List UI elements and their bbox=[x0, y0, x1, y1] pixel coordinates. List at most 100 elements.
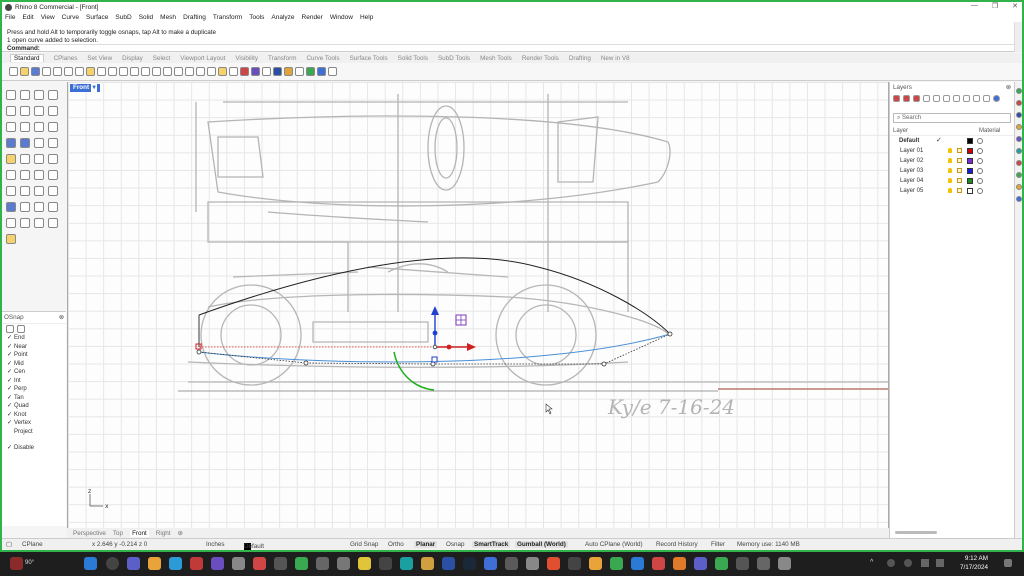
osnap-checkbox[interactable]: ✓ bbox=[7, 385, 14, 394]
gumball-x-arrow-icon[interactable] bbox=[467, 343, 476, 351]
layer-row[interactable]: Layer 03 bbox=[890, 166, 1014, 176]
toolbar-tab-set-view[interactable]: Set View bbox=[87, 55, 112, 62]
control-point[interactable] bbox=[303, 360, 309, 366]
cplane-icon[interactable] bbox=[196, 67, 205, 76]
layer-row[interactable]: Layer 05 bbox=[890, 186, 1014, 196]
status-auto-cplane[interactable]: Auto CPlane (World) bbox=[585, 541, 643, 548]
layer-color-swatch[interactable] bbox=[967, 148, 973, 154]
osnap-checkbox[interactable]: ✓ bbox=[7, 377, 14, 386]
layer-color-swatch[interactable] bbox=[967, 178, 973, 184]
app-icon[interactable] bbox=[547, 557, 560, 570]
surface-icon[interactable] bbox=[6, 138, 16, 148]
layer-visible-bulb-icon[interactable] bbox=[948, 148, 952, 153]
render-sphere-icon[interactable] bbox=[273, 67, 282, 76]
help-icon[interactable] bbox=[317, 67, 326, 76]
osnap-item-end[interactable]: ✓ End bbox=[2, 334, 66, 343]
toolbar-tab-mesh-tools[interactable]: Mesh Tools bbox=[480, 55, 512, 62]
light-icon[interactable] bbox=[284, 67, 293, 76]
maximize-button[interactable]: ❐ bbox=[992, 2, 998, 10]
edge-icon[interactable] bbox=[169, 557, 182, 570]
new-sublayer-icon[interactable] bbox=[903, 95, 910, 102]
box-edit-icon[interactable] bbox=[48, 202, 58, 212]
layer-material-icon[interactable] bbox=[977, 188, 983, 194]
app-icon[interactable] bbox=[421, 557, 434, 570]
toolbar-tab-render-tools[interactable]: Render Tools bbox=[522, 55, 559, 62]
point-icon[interactable] bbox=[20, 90, 30, 100]
layer-color-swatch[interactable] bbox=[967, 168, 973, 174]
command-prompt[interactable]: Command: bbox=[7, 44, 1022, 53]
menu-window[interactable]: Window bbox=[330, 14, 353, 21]
osnap-item-quad[interactable]: ✓ Quad bbox=[2, 402, 66, 411]
blend-icon[interactable] bbox=[48, 122, 58, 132]
layer-visible-bulb-icon[interactable] bbox=[948, 168, 952, 173]
properties-icon[interactable] bbox=[262, 67, 271, 76]
layer-lock-icon[interactable] bbox=[957, 148, 962, 153]
app-icon[interactable] bbox=[568, 557, 581, 570]
hatch-icon[interactable] bbox=[48, 186, 58, 196]
osnap-checkbox[interactable]: ✓ bbox=[7, 419, 14, 428]
import-icon[interactable] bbox=[53, 67, 62, 76]
tab-top[interactable]: Top bbox=[113, 530, 123, 537]
toolbar-tab-drafting[interactable]: Drafting bbox=[569, 55, 591, 62]
osnap-checkbox[interactable]: ✓ bbox=[7, 360, 14, 369]
app-icon[interactable] bbox=[589, 557, 602, 570]
split-icon[interactable] bbox=[48, 154, 58, 164]
layer-material-icon[interactable] bbox=[977, 138, 983, 144]
set-view-icon[interactable] bbox=[207, 67, 216, 76]
toolbar-tab-display[interactable]: Display bbox=[122, 55, 143, 62]
new-layer-icon[interactable] bbox=[893, 95, 900, 102]
polygon-icon[interactable] bbox=[6, 122, 16, 132]
move-icon[interactable] bbox=[48, 170, 58, 180]
boolean-icon[interactable] bbox=[6, 154, 16, 164]
app-icon[interactable] bbox=[253, 557, 266, 570]
status-cplane[interactable]: CPlane bbox=[22, 541, 43, 548]
trim-icon[interactable] bbox=[34, 154, 44, 164]
undo-view-icon[interactable] bbox=[174, 67, 183, 76]
new-file-icon[interactable] bbox=[9, 67, 18, 76]
front-viewport[interactable]: Front ▾ Ky/e 7-16-24 z x bbox=[67, 82, 889, 528]
tray-overflow-icon[interactable]: ^ bbox=[870, 559, 878, 567]
taskbar-clock[interactable]: 9:12 AM 7/17/2024 bbox=[960, 555, 988, 572]
libraries-tab-icon[interactable] bbox=[1016, 148, 1022, 154]
join-icon[interactable] bbox=[6, 170, 16, 180]
osnap-item-vertex[interactable]: ✓ Vertex bbox=[2, 419, 66, 428]
layer-visible-bulb-icon[interactable] bbox=[948, 178, 952, 183]
filter-icon[interactable] bbox=[963, 95, 970, 102]
osnap-item-project[interactable]: Project bbox=[2, 428, 66, 437]
gumball-x-scale-handle[interactable] bbox=[446, 344, 452, 350]
osnap-item-cen[interactable]: ✓ Cen bbox=[2, 368, 66, 377]
select-icon[interactable] bbox=[229, 67, 238, 76]
undo-icon[interactable] bbox=[97, 67, 106, 76]
toolbar-tab-standard[interactable]: Standard bbox=[10, 54, 44, 62]
layer-color-swatch[interactable] bbox=[967, 188, 973, 194]
menu-file[interactable]: File bbox=[5, 14, 15, 21]
mesh-icon[interactable] bbox=[20, 154, 30, 164]
layer-material-icon[interactable] bbox=[977, 158, 983, 164]
named-views-tab-icon[interactable] bbox=[1016, 196, 1022, 202]
menu-analyze[interactable]: Analyze bbox=[271, 14, 294, 21]
help-tab-icon[interactable] bbox=[1016, 184, 1022, 190]
layers-help-icon[interactable] bbox=[993, 95, 1000, 102]
polyline-icon[interactable] bbox=[34, 90, 44, 100]
gumball-rotation-arc[interactable] bbox=[393, 351, 435, 391]
status-record-history[interactable]: Record History bbox=[656, 541, 698, 548]
teams-icon[interactable] bbox=[127, 557, 140, 570]
flow-icon[interactable] bbox=[20, 218, 30, 228]
menu-mesh[interactable]: Mesh bbox=[160, 14, 176, 21]
open-folder-icon[interactable] bbox=[20, 67, 29, 76]
layer-lock-icon[interactable] bbox=[957, 158, 962, 163]
osnap-checkbox[interactable]: ✓ bbox=[7, 444, 14, 453]
rendered-icon[interactable] bbox=[240, 67, 249, 76]
app-icon[interactable] bbox=[652, 557, 665, 570]
layer-lock-icon[interactable] bbox=[957, 188, 962, 193]
toolbar-tab-curve-tools[interactable]: Curve Tools bbox=[306, 55, 339, 62]
layer-color-swatch[interactable] bbox=[967, 138, 973, 144]
osnap-item-mid[interactable]: ✓ Mid bbox=[2, 360, 66, 369]
control-point[interactable] bbox=[601, 361, 607, 367]
color-wheel-icon[interactable] bbox=[251, 67, 260, 76]
gumball-origin[interactable] bbox=[432, 344, 438, 350]
menu-surface[interactable]: Surface bbox=[86, 14, 108, 21]
toolbar-tab-viewport-layout[interactable]: Viewport Layout bbox=[180, 55, 225, 62]
script-icon[interactable] bbox=[328, 67, 337, 76]
layer-row[interactable]: Layer 04 bbox=[890, 176, 1014, 186]
